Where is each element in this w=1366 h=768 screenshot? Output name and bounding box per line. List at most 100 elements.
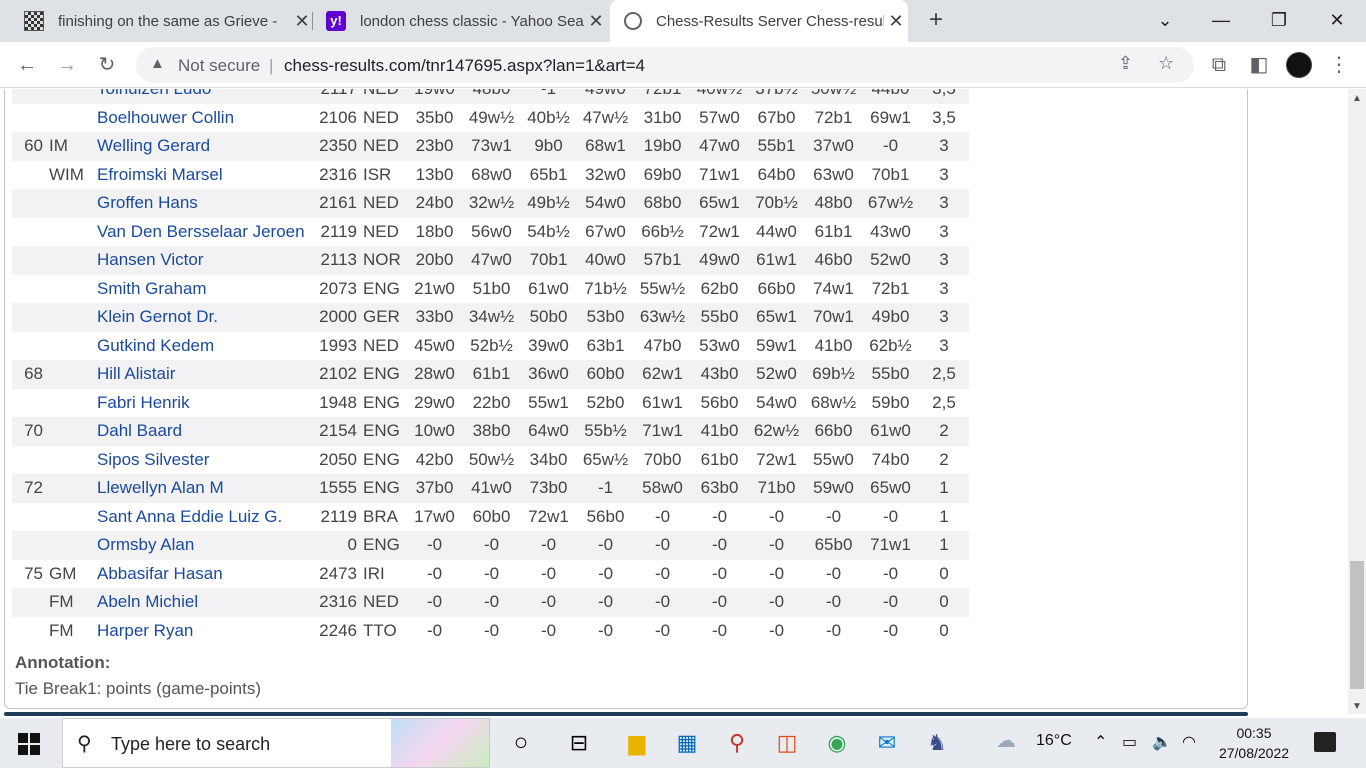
player-name-link[interactable]: Smith Graham xyxy=(94,274,310,303)
round-result-cell: 45w0 xyxy=(406,331,463,360)
back-arrow-icon[interactable]: ← xyxy=(12,50,42,80)
restore-icon[interactable]: ❐ xyxy=(1256,0,1302,42)
cortana-circle-icon[interactable]: ○ xyxy=(506,728,536,758)
round-result-cell: 59w0 xyxy=(805,474,862,503)
table-row: Van Den Bersselaar Jeroen 2119 NED 18b0 56w0… xyxy=(12,217,969,246)
scroll-down-arrow-icon[interactable]: ▼ xyxy=(1352,701,1362,712)
round-result-cell: 20b0 xyxy=(406,246,463,275)
round-result-cell: 70w1 xyxy=(805,303,862,332)
taskbar-search-box[interactable]: ⚲ Type here to search xyxy=(62,718,490,768)
reload-icon[interactable]: ↻ xyxy=(92,50,122,80)
warning-triangle-icon[interactable]: ▲ xyxy=(150,55,165,72)
player-name-link[interactable]: Dahl Baard xyxy=(94,417,310,446)
points-cell: 1 xyxy=(919,474,969,503)
close-icon[interactable]: ✕ xyxy=(884,11,908,32)
rank-cell xyxy=(12,388,46,417)
app-icon[interactable]: ♞ xyxy=(922,728,952,758)
points-cell: 2 xyxy=(919,417,969,446)
extensions-puzzle-icon[interactable]: ⧉ xyxy=(1204,50,1234,80)
round-result-cell: 63b1 xyxy=(577,331,634,360)
player-name-link[interactable]: Gutkind Kedem xyxy=(94,331,310,360)
chrome-icon[interactable]: ◉ xyxy=(822,728,852,758)
tab-chess-results[interactable]: Chess-Results Server Chess-result ✕ xyxy=(610,0,908,42)
microsoft-store-icon[interactable]: ▦ xyxy=(672,728,702,758)
round-result-cell: -0 xyxy=(463,588,520,617)
player-name-link[interactable]: Hansen Victor xyxy=(94,246,310,275)
task-view-icon[interactable]: ⊟ xyxy=(564,728,594,758)
player-name-link[interactable]: Harper Ryan xyxy=(94,616,310,645)
round-result-cell: 72w1 xyxy=(520,502,577,531)
round-result-cell: 23b0 xyxy=(406,132,463,161)
player-name-link[interactable]: Efroimski Marsel xyxy=(94,160,310,189)
close-icon[interactable]: ✕ xyxy=(290,11,314,32)
round-result-cell: 47w½ xyxy=(577,103,634,132)
player-name-link[interactable]: Ormsby Alan xyxy=(94,531,310,560)
round-result-cell: 56b0 xyxy=(577,502,634,531)
player-name-link[interactable]: Abeln Michiel xyxy=(94,588,310,617)
table-row: Hansen Victor 2113 NOR 20b0 47w0 70b1 40w0 57b1… xyxy=(12,246,969,275)
scrollbar-thumb[interactable] xyxy=(1350,561,1364,689)
clock[interactable]: 00:35 27/08/2022 xyxy=(1212,723,1296,763)
tab-finishing[interactable]: finishing on the same as Grieve - ✕ xyxy=(14,0,314,42)
windows-start-icon[interactable] xyxy=(18,733,40,755)
tab-search-chevron-icon[interactable]: ⌄ xyxy=(1142,0,1188,42)
tray-chevron-up-icon[interactable]: ⌃ xyxy=(1094,732,1107,752)
vertical-scrollbar[interactable]: ▲ ▼ xyxy=(1348,89,1366,714)
rank-cell xyxy=(12,160,46,189)
new-tab-button[interactable]: + xyxy=(922,6,950,34)
round-result-cell: 55b0 xyxy=(691,303,748,332)
round-result-cell: 68w0 xyxy=(463,160,520,189)
player-name-link[interactable]: Sipos Silvester xyxy=(94,445,310,474)
round-result-cell: 72b1 xyxy=(862,274,919,303)
profile-avatar[interactable] xyxy=(1286,52,1312,78)
file-explorer-icon[interactable]: ▆ xyxy=(622,728,652,758)
player-name-link[interactable]: Llewellyn Alan M xyxy=(94,474,310,503)
player-name-link[interactable]: Boelhouwer Collin xyxy=(94,103,310,132)
round-result-cell: 58w0 xyxy=(634,474,691,503)
menu-dots-icon[interactable]: ⋮ xyxy=(1324,50,1354,80)
player-name-link[interactable]: Tolhuizen Ludo xyxy=(94,89,310,104)
pin-app-icon[interactable]: ⚲ xyxy=(722,728,752,758)
bookmark-star-icon[interactable]: ☆ xyxy=(1158,53,1174,74)
round-result-cell: 65w1 xyxy=(748,303,805,332)
side-panel-icon[interactable]: ◧ xyxy=(1244,50,1274,80)
round-result-cell: 52w0 xyxy=(748,360,805,389)
temperature-label[interactable]: 16°C xyxy=(1036,732,1072,750)
round-result-cell: -0 xyxy=(406,616,463,645)
player-name-link[interactable]: Sant Anna Eddie Luiz G. xyxy=(94,502,310,531)
security-label[interactable]: Not secure xyxy=(178,56,260,76)
network-icon[interactable]: ◠ xyxy=(1182,732,1196,752)
address-bar[interactable]: ▲ Not secure | chess-results.com/tnr1476… xyxy=(136,47,1194,83)
close-icon[interactable]: ✕ xyxy=(584,11,608,32)
round-result-cell: -0 xyxy=(805,559,862,588)
horizontal-scrollbar[interactable] xyxy=(4,712,1248,716)
minimize-icon[interactable]: — xyxy=(1198,0,1244,42)
player-name-link[interactable]: Abbasifar Hasan xyxy=(94,559,310,588)
round-result-cell: 47b0 xyxy=(634,331,691,360)
round-result-cell: 63w½ xyxy=(634,303,691,332)
battery-icon[interactable]: ▭ xyxy=(1122,732,1137,752)
weather-cloud-icon[interactable]: ☁ xyxy=(996,728,1016,753)
scroll-up-arrow-icon[interactable]: ▲ xyxy=(1352,93,1362,104)
round-result-cell: 70b0 xyxy=(634,445,691,474)
notifications-icon[interactable] xyxy=(1314,732,1336,752)
url-text[interactable]: chess-results.com/tnr147695.aspx?lan=1&a… xyxy=(284,56,645,76)
checkered-favicon-icon xyxy=(24,11,44,31)
player-name-link[interactable]: Welling Gerard xyxy=(94,132,310,161)
title-cell: WIM xyxy=(46,160,94,189)
player-name-link[interactable]: Groffen Hans xyxy=(94,189,310,218)
mail-icon[interactable]: ✉ xyxy=(872,728,902,758)
close-window-icon[interactable]: ✕ xyxy=(1314,0,1360,42)
player-name-link[interactable]: Fabri Henrik xyxy=(94,388,310,417)
share-icon[interactable]: ⇪ xyxy=(1118,53,1133,74)
round-result-cell: 42b0 xyxy=(406,445,463,474)
volume-icon[interactable]: 🔈 xyxy=(1152,732,1172,752)
forward-arrow-icon[interactable]: → xyxy=(52,50,82,80)
office-icon[interactable]: ◫ xyxy=(772,728,802,758)
player-name-link[interactable]: Klein Gernot Dr. xyxy=(94,303,310,332)
rating-cell: 2316 xyxy=(310,160,360,189)
round-result-cell: 54w0 xyxy=(748,388,805,417)
player-name-link[interactable]: Hill Alistair xyxy=(94,360,310,389)
tab-yahoo[interactable]: y! london chess classic - Yahoo Sear ✕ xyxy=(316,0,608,42)
player-name-link[interactable]: Van Den Bersselaar Jeroen xyxy=(94,217,310,246)
